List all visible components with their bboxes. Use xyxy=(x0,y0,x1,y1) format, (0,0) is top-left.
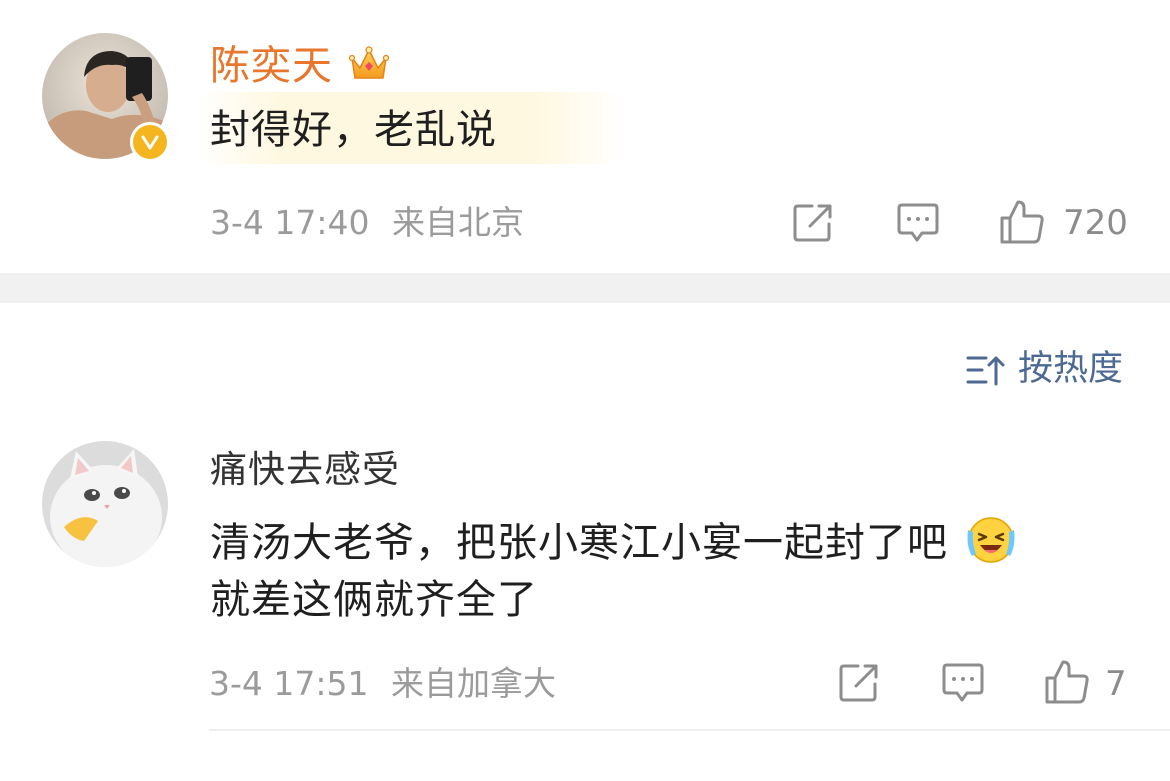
comment-timestamp: 3-4 17:40 来自北京 xyxy=(210,203,524,243)
share-icon[interactable] xyxy=(792,202,834,244)
comment-text-line-1: 清汤大老爷，把张小寒江小宴一起封了吧 xyxy=(210,520,948,566)
sort-icon xyxy=(966,356,1005,386)
avatar-photo xyxy=(42,441,168,567)
comment-timestamp: 3-4 17:51 来自加拿大 xyxy=(209,664,556,704)
comment-text: 封得好，老乱说 xyxy=(210,107,497,153)
like-count: 720 xyxy=(1063,203,1128,243)
like-icon[interactable] xyxy=(998,198,1046,246)
comment-icon[interactable] xyxy=(941,662,985,704)
laugh-cry-emoji xyxy=(964,512,1018,566)
verified-v-icon xyxy=(141,135,159,150)
laugh-cry-emoji-icon xyxy=(967,517,1015,563)
username[interactable]: 陈奕天 xyxy=(210,42,333,90)
section-separator xyxy=(0,273,1170,303)
comment-icon[interactable] xyxy=(896,202,940,244)
like-icon[interactable] xyxy=(1043,658,1091,706)
location: 来自加拿大 xyxy=(391,664,556,703)
like-count: 7 xyxy=(1105,664,1127,704)
timestamp: 3-4 17:40 xyxy=(210,203,370,242)
divider xyxy=(209,729,1170,731)
comment-text: 清汤大老爷，把张小寒江小宴一起封了吧 xyxy=(210,512,1018,571)
username[interactable]: 痛快去感受 xyxy=(210,446,400,494)
location: 来自北京 xyxy=(392,203,524,242)
sort-label[interactable]: 按热度 xyxy=(1018,348,1123,390)
verified-badge xyxy=(130,122,170,162)
comment-text-line-2: 就差这俩就齐全了 xyxy=(210,577,538,623)
timestamp: 3-4 17:51 xyxy=(209,664,369,703)
share-icon[interactable] xyxy=(838,662,880,704)
avatar[interactable] xyxy=(42,441,168,567)
crown-icon xyxy=(348,46,390,79)
